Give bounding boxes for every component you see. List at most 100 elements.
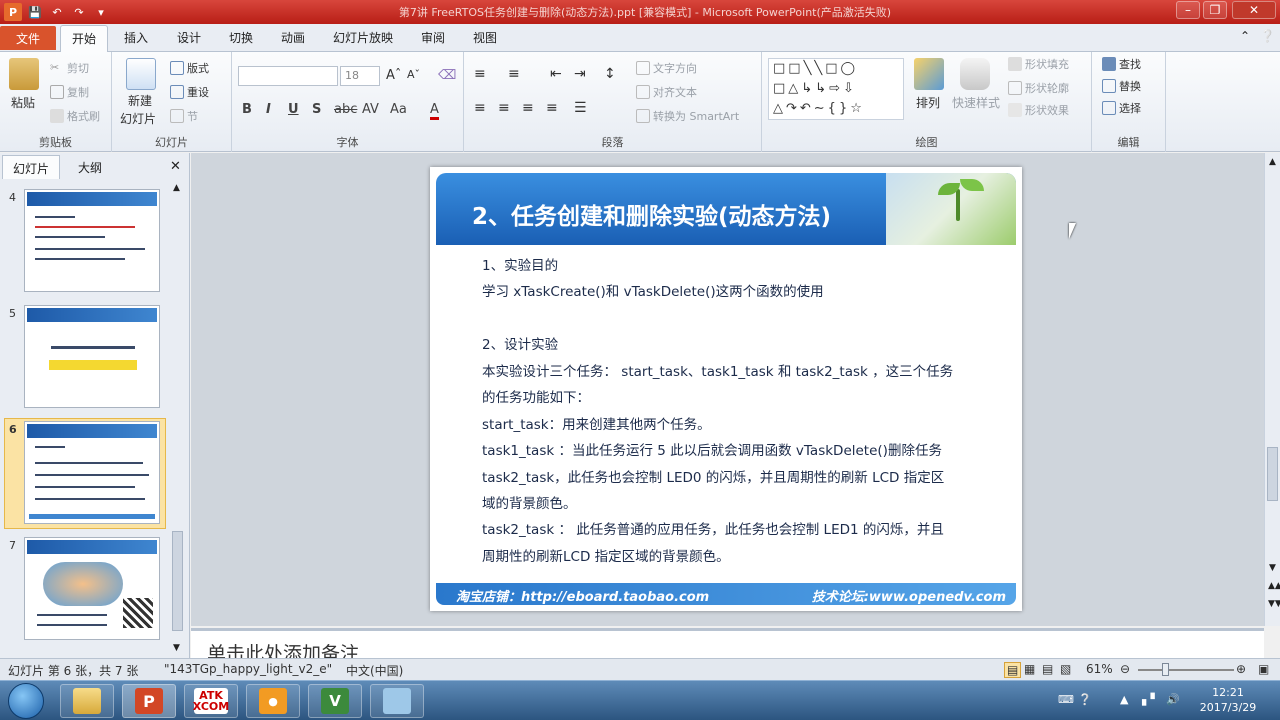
tab-design[interactable]: 设计 (177, 29, 201, 46)
tab-outline[interactable]: 大纲 (68, 155, 112, 179)
bold-icon[interactable]: B (242, 102, 252, 117)
scroll-thumb[interactable] (1267, 447, 1278, 501)
tab-slideshow[interactable]: 幻灯片放映 (333, 29, 393, 46)
show-hidden-icons[interactable]: ▲ (1120, 693, 1128, 706)
scroll-up-icon[interactable]: ▲ (173, 183, 180, 193)
tab-transitions[interactable]: 切换 (229, 29, 253, 46)
slide-body-line[interactable]: task1_task ：当此任务运行 5 此以后就会调用函数 vTaskDele… (482, 439, 942, 459)
redo-icon[interactable]: ↷ (70, 3, 88, 21)
increase-indent-icon[interactable]: ⇥ (574, 66, 586, 82)
zoom-in-icon[interactable]: ⊕ (1236, 662, 1246, 676)
tab-view[interactable]: 视图 (473, 29, 497, 46)
slide-body-line[interactable]: start_task：用来创建其他两个任务。 (482, 413, 711, 433)
help-icon[interactable]: ❔ (1260, 29, 1275, 43)
text-direction-button[interactable]: 文字方向 (636, 60, 697, 76)
tab-slides[interactable]: 幻灯片 (2, 155, 61, 179)
slideshow-view-icon[interactable]: ▧ (1060, 662, 1071, 676)
taskbar-powerpoint[interactable]: P (122, 684, 176, 718)
theme-name[interactable]: "143TGp_happy_light_v2_e" (164, 662, 332, 676)
close-pane-icon[interactable]: ✕ (160, 155, 191, 179)
zoom-out-icon[interactable]: ⊖ (1120, 662, 1130, 676)
current-slide[interactable]: 2、任务创建和删除实验(动态方法) 1、实验目的 学习 xTaskCreate(… (430, 167, 1022, 611)
tab-insert[interactable]: 插入 (124, 29, 148, 46)
shrink-font-icon[interactable]: Aˇ (407, 68, 420, 81)
char-spacing-icon[interactable]: AV (362, 102, 379, 117)
zoom-slider-thumb[interactable] (1162, 663, 1169, 676)
scroll-down-icon[interactable]: ▼ (173, 643, 180, 653)
restore-button[interactable]: ❐ (1203, 1, 1227, 19)
slide-body-line[interactable]: 的任务功能如下： (482, 386, 590, 406)
taskbar-pdf[interactable]: ● (246, 684, 300, 718)
slide-body-line[interactable]: task2_task，此任务也会控制 LED0 的闪烁，并且周期性的刷新 LCD… (482, 466, 944, 486)
change-case-icon[interactable]: Aa (390, 102, 407, 117)
new-slide-label[interactable]: 新建 (128, 92, 152, 109)
minimize-ribbon-icon[interactable]: ⌃ (1240, 29, 1250, 43)
reading-view-icon[interactable]: ▤ (1042, 662, 1053, 676)
slide-body-line[interactable]: task2_task ： 此任务普通的应用任务，此任务也会控制 LED1 的闪烁… (482, 518, 944, 538)
minimize-button[interactable]: – (1176, 1, 1200, 19)
start-button[interactable] (8, 683, 44, 719)
italic-icon[interactable]: I (266, 102, 271, 117)
quick-styles-icon[interactable] (960, 58, 990, 90)
find-button[interactable]: 查找 (1102, 56, 1141, 72)
align-left-icon[interactable]: ≡ (474, 100, 486, 116)
tab-review[interactable]: 审阅 (421, 29, 445, 46)
slide-body-line[interactable]: 周期性的刷新LCD 指定区域的背景颜色。 (482, 545, 730, 565)
quick-styles-button[interactable]: 快速样式 (952, 94, 1000, 111)
normal-view-icon[interactable]: ▤ (1004, 662, 1022, 678)
taskbar-atk-xcom[interactable]: ATK XCOM (184, 684, 238, 718)
cut-button[interactable]: ✂ 剪切 (50, 60, 89, 76)
arrange-icon[interactable] (914, 58, 944, 90)
columns-icon[interactable]: ☰ (574, 100, 587, 116)
shape-effects-button[interactable]: 形状效果 (1008, 102, 1069, 118)
slide-thumbnail-6[interactable] (24, 421, 160, 524)
tab-animations[interactable]: 动画 (281, 29, 305, 46)
language-indicator[interactable]: 中文(中国) (346, 662, 403, 679)
underline-icon[interactable]: U (288, 102, 299, 117)
font-size-field[interactable]: 18 (340, 66, 380, 86)
slide-thumbnail-5[interactable] (24, 305, 160, 408)
paste-button[interactable]: 粘贴 (11, 94, 35, 111)
reset-button[interactable]: 重设 (170, 84, 209, 100)
slide-scrollbar[interactable]: ▲ ▼ ▲▲ ▼▼ (1264, 153, 1280, 626)
slide-body-line[interactable]: 1、实验目的 (482, 254, 558, 274)
new-slide-icon[interactable] (126, 58, 156, 90)
line-spacing-icon[interactable]: ↕ (604, 66, 616, 82)
replace-button[interactable]: 替换 (1102, 78, 1141, 94)
copy-button[interactable]: 复制 (50, 84, 89, 100)
slide-body-line[interactable]: 学习 xTaskCreate()和 vTaskDelete()这两个函数的使用 (482, 280, 824, 300)
align-right-icon[interactable]: ≡ (522, 100, 534, 116)
slide-body-line[interactable]: 2、设计实验 (482, 333, 558, 353)
clear-format-icon[interactable]: ⌫ (438, 68, 456, 83)
slide-thumbnail-7[interactable] (24, 537, 160, 640)
taskbar-explorer[interactable] (60, 684, 114, 718)
scroll-up-icon[interactable]: ▲ (1269, 157, 1276, 167)
tab-file[interactable]: 文件 (0, 26, 56, 50)
customize-qat-icon[interactable]: ▾ (92, 3, 110, 21)
save-icon[interactable]: 💾 (26, 3, 44, 21)
arrange-button[interactable]: 排列 (916, 94, 940, 111)
notes-pane[interactable]: 单击此处添加备注 (191, 628, 1264, 658)
shape-outline-button[interactable]: 形状轮廓 (1008, 80, 1069, 96)
shape-fill-button[interactable]: 形状填充 (1008, 56, 1069, 72)
numbering-icon[interactable]: ≡ (508, 66, 520, 82)
shadow-icon[interactable]: S (312, 102, 321, 117)
taskbar-notes[interactable] (370, 684, 424, 718)
scroll-thumb[interactable] (172, 531, 183, 631)
slide-title[interactable]: 2、任务创建和删除实验(动态方法) (472, 197, 831, 231)
slide-body-line[interactable]: 域的背景颜色。 (482, 492, 577, 512)
next-slide-icon[interactable]: ▼▼ (1268, 599, 1280, 609)
center-icon[interactable]: ≡ (498, 100, 510, 116)
close-button[interactable]: ✕ (1232, 1, 1276, 19)
slide-thumbnail-4[interactable] (24, 189, 160, 292)
select-button[interactable]: 选择 (1102, 100, 1141, 116)
layout-button[interactable]: 版式 (170, 60, 209, 76)
help-tray-icon[interactable]: ❔ (1078, 693, 1092, 706)
format-painter-button[interactable]: 格式刷 (50, 108, 100, 124)
strikethrough-icon[interactable]: abc (334, 102, 357, 117)
tab-home[interactable]: 开始 (60, 25, 109, 52)
keyboard-icon[interactable]: ⌨ (1058, 693, 1074, 706)
system-clock[interactable]: 12:21 2017/3/29 (1196, 685, 1260, 715)
shapes-gallery[interactable]: □□╲╲□◯ □△↳↳⇨⇩ △↷↶∼{}☆ (768, 58, 904, 120)
slide-sorter-view-icon[interactable]: ▦ (1024, 662, 1035, 676)
